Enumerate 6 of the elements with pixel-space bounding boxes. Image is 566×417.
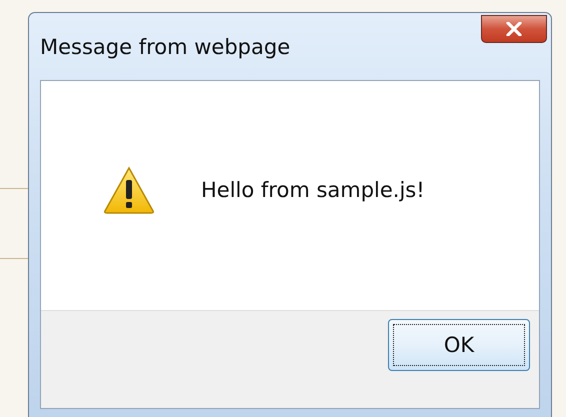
- ok-button[interactable]: OK: [388, 319, 530, 371]
- close-icon: [506, 22, 522, 36]
- close-button[interactable]: [481, 15, 547, 43]
- window-title: Message from webpage: [40, 35, 290, 59]
- warning-icon: [103, 166, 155, 214]
- message-text: Hello from sample.js!: [201, 178, 425, 202]
